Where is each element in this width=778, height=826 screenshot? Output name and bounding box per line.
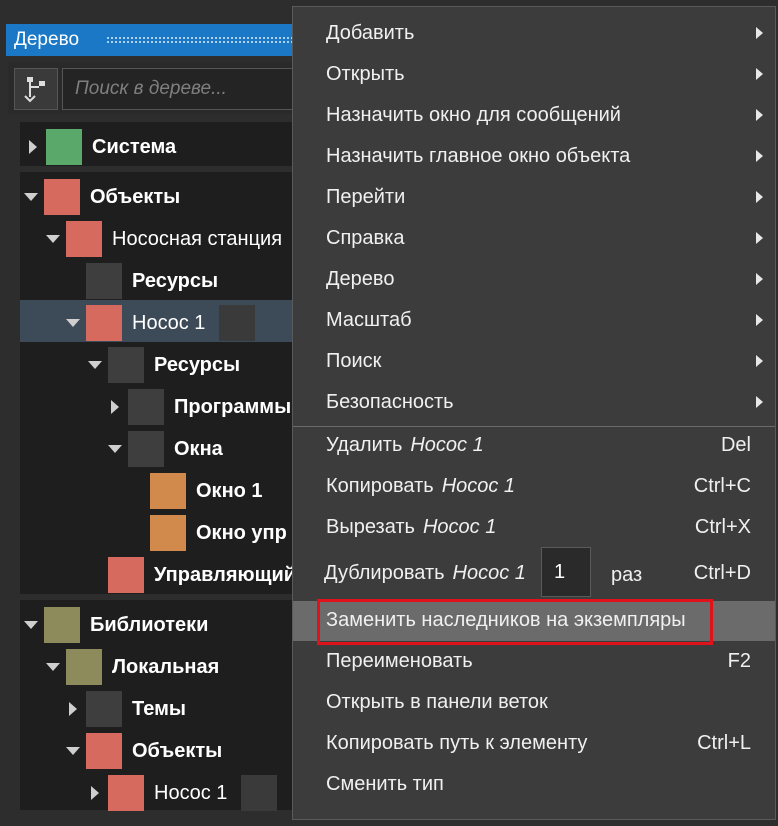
folder-icon [86, 691, 122, 727]
object-icon [86, 305, 122, 341]
menu-item-assign-main-window[interactable]: Назначить главное окно объекта [293, 136, 775, 177]
folder-icon [128, 431, 164, 467]
tree-item-lib-objects[interactable]: Объекты [64, 730, 222, 772]
folder-icon [128, 389, 164, 425]
collapse-arrow-icon[interactable] [46, 663, 60, 671]
hierarchy-icon [24, 77, 45, 103]
tree-item-pump-1[interactable]: Нococ 1 [64, 302, 265, 344]
tree-item-window-1[interactable]: Окно 1 [150, 470, 263, 512]
panel-title-bar[interactable]: Дерево [6, 24, 306, 56]
collapse-arrow-icon[interactable] [108, 445, 122, 453]
duplicate-count-input[interactable]: 1 [541, 547, 591, 597]
menu-item-cut[interactable]: Вырезать Нococ 1 Ctrl+X [293, 507, 775, 548]
collapse-arrow-icon[interactable] [24, 193, 38, 201]
submenu-arrow-icon [756, 109, 763, 121]
controller-icon [108, 557, 144, 593]
object-icon [44, 179, 80, 215]
object-icon [108, 775, 144, 811]
menu-item-scale[interactable]: Масштаб [293, 300, 775, 341]
tree-item-themes[interactable]: Темы [64, 688, 186, 730]
menu-item-tree[interactable]: Дерево [293, 259, 775, 300]
tree-search-input[interactable]: Поиск в дереве... [62, 68, 302, 110]
expand-arrow-icon[interactable] [91, 786, 99, 800]
menu-item-rename[interactable]: Переименовать F2 [293, 641, 775, 682]
submenu-arrow-icon [756, 27, 763, 39]
tree-item-lib-pump[interactable]: Нococ 1 [86, 772, 287, 814]
menu-item-duplicate[interactable]: Дублировать Нococ 1 Ctrl+D [293, 553, 775, 594]
system-icon [46, 129, 82, 165]
tree-item-station[interactable]: Нососная станция [44, 218, 282, 260]
menu-item-open[interactable]: Открыть [293, 54, 775, 95]
tree-item-objects[interactable]: Объекты [22, 176, 180, 218]
panel-title: Дерево [14, 29, 80, 50]
menu-item-copy[interactable]: Копировать Нococ 1 Ctrl+C [293, 466, 775, 507]
submenu-arrow-icon [756, 68, 763, 80]
submenu-arrow-icon [756, 355, 763, 367]
duplicate-times-label: раз [611, 564, 643, 586]
context-menu: Добавить Открыть Назначить окно для сооб… [292, 6, 776, 820]
menu-item-add[interactable]: Добавить [293, 13, 775, 54]
folder-icon [108, 347, 144, 383]
tree-item-resources[interactable]: Ресурсы [86, 260, 218, 302]
tree-item-windows[interactable]: Окна [106, 428, 223, 470]
collapse-arrow-icon[interactable] [66, 747, 80, 755]
submenu-arrow-icon [756, 396, 763, 408]
tree-structure-button[interactable] [14, 68, 58, 110]
inherit-icon[interactable] [219, 305, 256, 341]
tree-item-controller[interactable]: Управляющий [108, 554, 296, 596]
menu-item-goto[interactable]: Перейти [293, 177, 775, 218]
window-icon [150, 515, 186, 551]
menu-item-help[interactable]: Справка [293, 218, 775, 259]
library-icon [44, 607, 80, 643]
menu-item-change-type[interactable]: Сменить тип [293, 764, 775, 805]
menu-item-assign-message-window[interactable]: Назначить окно для сообщений [293, 95, 775, 136]
collapse-arrow-icon[interactable] [46, 235, 60, 243]
menu-item-security[interactable]: Безопасность [293, 382, 775, 423]
submenu-arrow-icon [756, 191, 763, 203]
object-icon [86, 733, 122, 769]
submenu-arrow-icon [756, 150, 763, 162]
object-icon [66, 221, 102, 257]
expand-arrow-icon[interactable] [69, 702, 77, 716]
tree-item-libraries[interactable]: Библиотеки [22, 604, 208, 646]
tree-item-programs[interactable]: Программы [106, 386, 291, 428]
tree-item-local[interactable]: Локальная [44, 646, 219, 688]
submenu-arrow-icon [756, 273, 763, 285]
menu-item-open-branches[interactable]: Открыть в панели веток [293, 682, 775, 723]
menu-item-search[interactable]: Поиск [293, 341, 775, 382]
submenu-arrow-icon [756, 314, 763, 326]
expand-arrow-icon[interactable] [29, 140, 37, 154]
local-library-icon [66, 649, 102, 685]
inherit-icon[interactable] [241, 775, 278, 811]
collapse-arrow-icon[interactable] [88, 361, 102, 369]
collapse-arrow-icon[interactable] [24, 621, 38, 629]
folder-icon [86, 263, 122, 299]
window-icon [150, 473, 186, 509]
highlight-box [317, 599, 713, 645]
tree-item-resources-2[interactable]: Ресурсы [86, 344, 240, 386]
expand-arrow-icon[interactable] [111, 400, 119, 414]
submenu-arrow-icon [756, 232, 763, 244]
collapse-arrow-icon[interactable] [66, 319, 80, 327]
menu-item-delete[interactable]: Удалить Нococ 1 Del [293, 425, 775, 466]
tree-item-system[interactable]: Система [24, 126, 176, 168]
menu-item-copy-path[interactable]: Копировать путь к элементу Ctrl+L [293, 723, 775, 764]
title-grip [106, 36, 306, 44]
tree-item-window-control[interactable]: Окно упр [150, 512, 287, 554]
